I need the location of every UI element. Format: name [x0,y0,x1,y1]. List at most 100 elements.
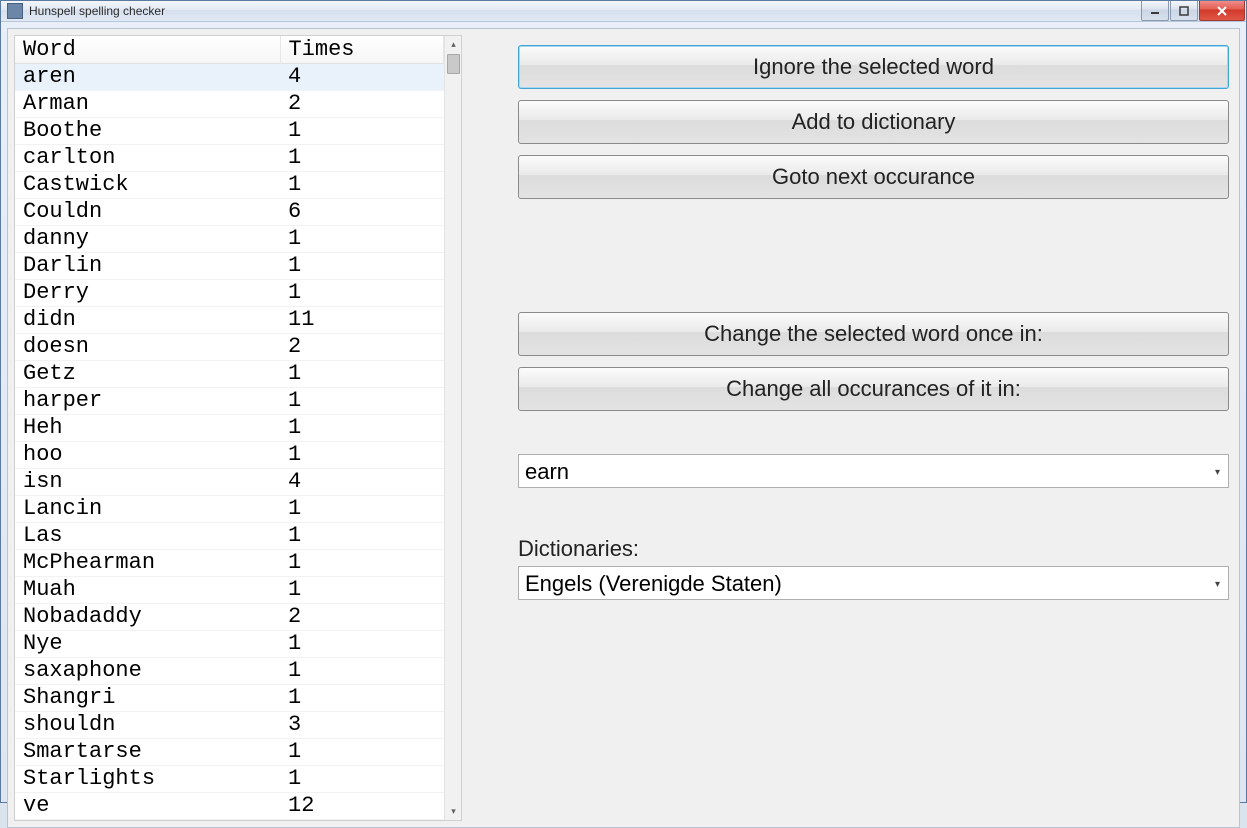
cell-times: 1 [280,226,444,253]
table-row[interactable]: Boothe1 [15,118,444,145]
cell-word: Boothe [15,118,280,145]
cell-times: 1 [280,442,444,469]
table-row[interactable]: Derry1 [15,280,444,307]
table-row[interactable]: Couldn6 [15,199,444,226]
scrollbar[interactable]: ▴ ▾ [444,36,461,820]
cell-word: carlton [15,145,280,172]
word-table-wrap: Word Times aren4Arman2Boothe1carlton1Cas… [15,36,444,820]
app-icon [7,3,23,19]
cell-word: McPhearman [15,550,280,577]
cell-times: 1 [280,415,444,442]
col-header-times[interactable]: Times [280,36,444,64]
table-row[interactable]: Muah1 [15,577,444,604]
table-row[interactable]: Nobadaddy2 [15,604,444,631]
close-icon [1216,6,1228,16]
table-header-row: Word Times [15,36,444,64]
goto-next-button[interactable]: Goto next occurance [518,155,1229,199]
cell-times: 4 [280,64,444,91]
cell-word: Castwick [15,172,280,199]
table-row[interactable]: doesn2 [15,334,444,361]
cell-times: 4 [280,469,444,496]
scroll-down-button[interactable]: ▾ [445,803,462,820]
table-row[interactable]: isn4 [15,469,444,496]
spacer [518,210,1229,312]
table-row[interactable]: Starlights1 [15,766,444,793]
cell-word: Las [15,523,280,550]
table-row[interactable]: McPhearman1 [15,550,444,577]
cell-word: Heh [15,415,280,442]
cell-word: Muah [15,577,280,604]
table-row[interactable]: Las1 [15,523,444,550]
cell-times: 1 [280,172,444,199]
titlebar[interactable]: Hunspell spelling checker [1,1,1246,22]
cell-times: 1 [280,631,444,658]
table-row[interactable]: didn11 [15,307,444,334]
cell-word: isn [15,469,280,496]
cell-times: 1 [280,253,444,280]
cell-word: saxaphone [15,658,280,685]
cell-times: 2 [280,334,444,361]
cell-times: 1 [280,766,444,793]
ignore-button[interactable]: Ignore the selected word [518,45,1229,89]
suggestion-value: earn [525,459,569,485]
table-row[interactable]: harper1 [15,388,444,415]
table-row[interactable]: hoo1 [15,442,444,469]
chevron-down-icon: ▾ [1215,467,1220,478]
cell-word: shouldn [15,712,280,739]
dictionary-value: Engels (Verenigde Staten) [525,571,782,597]
actions-panel: Ignore the selected word Add to dictiona… [462,35,1229,821]
chevron-down-icon: ▾ [1215,579,1220,590]
scroll-up-button[interactable]: ▴ [445,36,462,53]
cell-times: 1 [280,280,444,307]
suggestion-combobox[interactable]: earn ▾ [518,454,1229,488]
cell-times: 1 [280,577,444,604]
cell-word: Smartarse [15,739,280,766]
cell-word: aren [15,64,280,91]
table-row[interactable]: ve12 [15,793,444,820]
cell-word: hoo [15,442,280,469]
table-row[interactable]: saxaphone1 [15,658,444,685]
table-row[interactable]: shouldn3 [15,712,444,739]
change-once-button[interactable]: Change the selected word once in: [518,312,1229,356]
cell-word: Starlights [15,766,280,793]
table-row[interactable]: Castwick1 [15,172,444,199]
cell-word: Nobadaddy [15,604,280,631]
table-row[interactable]: Smartarse1 [15,739,444,766]
minimize-button[interactable] [1141,1,1169,21]
add-to-dictionary-button[interactable]: Add to dictionary [518,100,1229,144]
cell-times: 3 [280,712,444,739]
table-row[interactable]: Shangri1 [15,685,444,712]
cell-times: 1 [280,361,444,388]
table-row[interactable]: Heh1 [15,415,444,442]
maximize-button[interactable] [1170,1,1198,21]
content-area: Word Times aren4Arman2Boothe1carlton1Cas… [7,28,1240,828]
table-row[interactable]: Lancin1 [15,496,444,523]
cell-word: harper [15,388,280,415]
cell-word: Darlin [15,253,280,280]
cell-times: 1 [280,685,444,712]
table-row[interactable]: Darlin1 [15,253,444,280]
dictionaries-combobox[interactable]: Engels (Verenigde Staten) ▾ [518,566,1229,600]
table-row[interactable]: Arman2 [15,91,444,118]
cell-times: 11 [280,307,444,334]
close-button[interactable] [1199,1,1245,21]
app-window: Hunspell spelling checker Word [0,0,1247,803]
cell-times: 1 [280,658,444,685]
cell-word: Arman [15,91,280,118]
table-row[interactable]: danny1 [15,226,444,253]
cell-times: 1 [280,145,444,172]
table-row[interactable]: Nye1 [15,631,444,658]
cell-times: 2 [280,91,444,118]
change-all-button[interactable]: Change all occurances of it in: [518,367,1229,411]
table-row[interactable]: carlton1 [15,145,444,172]
col-header-word[interactable]: Word [15,36,280,64]
window-controls [1141,1,1246,21]
table-row[interactable]: aren4 [15,64,444,91]
maximize-icon [1179,6,1189,16]
word-table[interactable]: Word Times aren4Arman2Boothe1carlton1Cas… [15,36,444,820]
cell-word: Derry [15,280,280,307]
table-row[interactable]: Getz1 [15,361,444,388]
cell-word: ve [15,793,280,820]
scroll-thumb[interactable] [447,54,460,74]
cell-times: 2 [280,604,444,631]
